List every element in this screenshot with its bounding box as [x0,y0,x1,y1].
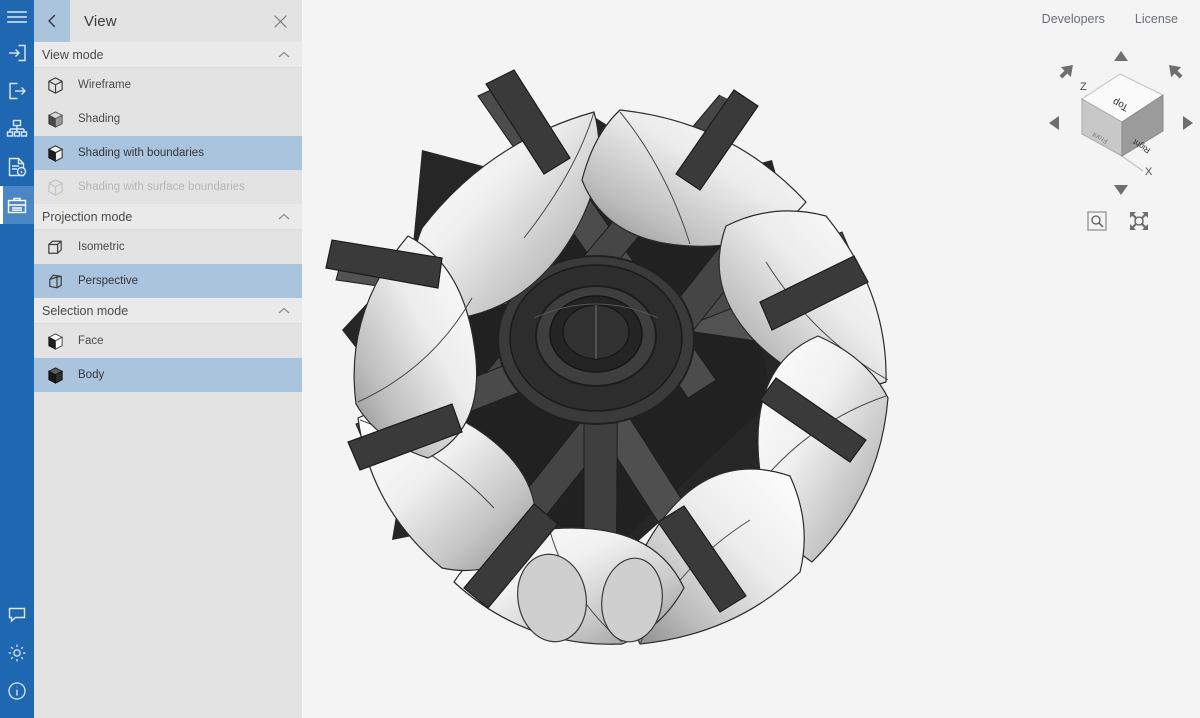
chevron-left-icon [48,14,56,28]
section-title: Projection mode [42,209,133,224]
toolbox-icon[interactable] [0,186,34,224]
chevron-up-icon [278,208,290,226]
left-rail [0,0,34,718]
cube-shaded-icon [44,108,66,130]
cube-perspective-icon [44,270,66,292]
section-header-view-mode[interactable]: View mode [34,42,302,68]
section-header-selection-mode[interactable]: Selection mode [34,298,302,324]
option-label: Shading [78,113,121,125]
option-isometric[interactable]: Isometric [34,230,302,264]
top-navigation: Developers License [1012,0,1200,38]
arrow-up-icon [1114,51,1128,61]
export-icon[interactable] [0,72,34,110]
close-button[interactable] [270,11,290,31]
nav-link-license[interactable]: License [1135,12,1178,26]
nav-link-developers[interactable]: Developers [1042,12,1105,26]
option-label: Face [78,335,104,347]
arrow-up-right-icon [1169,65,1183,79]
comment-icon[interactable] [0,596,34,634]
option-label: Shading with surface boundaries [78,181,245,193]
chevron-up-icon [278,46,290,64]
arrow-right-icon [1183,116,1193,130]
zoom-window-icon[interactable] [1086,210,1108,232]
arrow-left-icon [1049,116,1059,130]
panel-empty-space [34,392,302,718]
cube-wireframe-icon [44,74,66,96]
option-label: Isometric [78,241,125,253]
option-label: Wireframe [78,79,132,91]
cube-shaded-edges-icon [44,142,66,164]
panel-header: View [34,0,302,42]
back-button[interactable] [34,0,70,42]
option-label: Perspective [78,275,139,287]
left-rail-bottom-group [0,596,34,718]
cube-surface-edges-icon [44,176,66,198]
import-icon[interactable] [0,34,34,72]
close-icon [273,14,287,28]
option-label: Body [78,369,105,381]
section-selection-mode: Selection mode Face Body [34,298,302,392]
3d-viewport[interactable]: Developers License Z X Top Right Front [302,0,1200,718]
app-root: View View mode Wireframe Shading Shading… [0,0,1200,718]
arrow-up-left-icon [1059,65,1073,79]
option-perspective[interactable]: Perspective [34,264,302,298]
gear-icon[interactable] [0,634,34,672]
section-view-mode: View mode Wireframe Shading Shading with… [34,42,302,204]
fit-all-icon[interactable] [1128,210,1150,232]
option-wireframe[interactable]: Wireframe [34,68,302,102]
option-label: Shading with boundaries [78,147,204,159]
chevron-up-icon [278,302,290,320]
cube-face-icon [44,330,66,352]
view-settings-panel: View View mode Wireframe Shading Shading… [34,0,302,718]
page-title: View [84,12,117,30]
cube-isometric-icon [44,236,66,258]
option-face[interactable]: Face [34,324,302,358]
axis-label-z: Z [1080,81,1087,93]
menu-icon[interactable] [0,0,34,34]
option-body[interactable]: Body [34,358,302,392]
option-shading-with-boundaries[interactable]: Shading with boundaries [34,136,302,170]
left-rail-top-group [0,0,34,224]
section-title: Selection mode [42,303,129,318]
section-title: View mode [42,47,104,62]
axis-label-x: X [1145,166,1153,178]
option-shading-with-surface-boundaries: Shading with surface boundaries [34,170,302,204]
arrow-down-icon [1114,185,1128,195]
cube-body-icon [44,364,66,386]
navcube-body: Top Right Front [1081,73,1165,157]
structure-icon[interactable] [0,110,34,148]
view-tool-buttons [1086,206,1156,236]
option-shading[interactable]: Shading [34,102,302,136]
navigation-cube[interactable]: Z X Top Right Front [1046,48,1196,198]
section-header-projection-mode[interactable]: Projection mode [34,204,302,230]
properties-icon[interactable] [0,148,34,186]
info-icon[interactable] [0,672,34,710]
section-projection-mode: Projection mode Isometric Perspective [34,204,302,298]
